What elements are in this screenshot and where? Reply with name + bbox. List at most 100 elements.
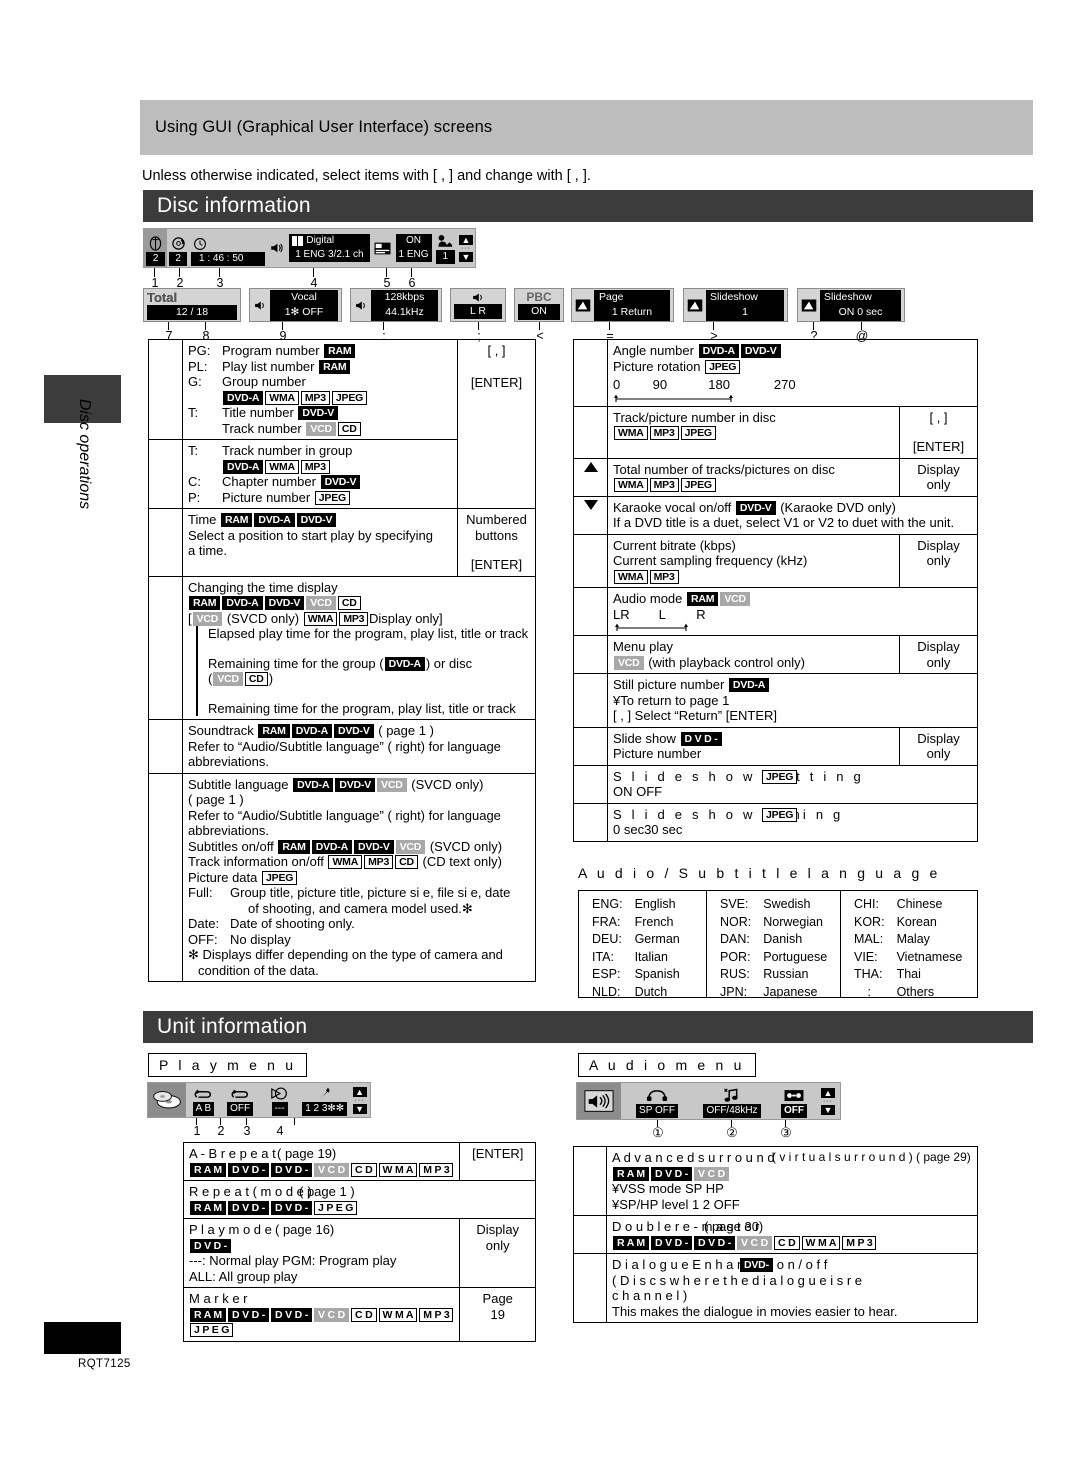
row-content: Slide show D V D - Picture number <box>607 726 900 766</box>
action-page: Page <box>482 1291 513 1306</box>
text-soundtrack-note-1: Refer to “Audio/Subtitle language” ( rig… <box>188 738 501 754</box>
text-return-page: ¥To return to page 1 <box>613 692 730 708</box>
banner-title: Using GUI (Graphical User Interface) scr… <box>155 118 493 136</box>
vocal-box[interactable]: Vocal 1✻ OFF <box>249 288 342 322</box>
chip-dvd-v: DVD- <box>740 1258 773 1272</box>
text-repeat-page: ( page 1 ) <box>299 1184 355 1199</box>
list-item: DAN: Danish <box>714 931 833 949</box>
text-picture-number: Picture number <box>613 746 702 761</box>
lang-code: MAL: <box>854 932 884 946</box>
list-item: MAL: Malay <box>848 931 968 949</box>
slideshow-num-box[interactable]: Slideshow 1 <box>683 288 788 322</box>
table-row: Current bitrate (kbps) Current sampling … <box>573 533 978 588</box>
action-arrows: [ , ] <box>487 343 506 358</box>
row-action: [ , ] [ENTER] <box>899 405 978 459</box>
text-advanced-surround-note: ( v i r t u a l s u r r o u n d ) ( page… <box>772 1150 971 1164</box>
audio-menu-cell-surround[interactable]: SP OFF <box>621 1083 693 1119</box>
lang-code: KOR: <box>854 914 885 929</box>
chip-dvd-v: D V D - <box>271 1162 313 1177</box>
chip-vcd: V C D <box>314 1162 350 1177</box>
play-menu-cell-play-mode[interactable]: --- <box>259 1083 300 1117</box>
slideshow-onoff-box[interactable]: Slideshow ON 0 sec <box>797 288 905 322</box>
strip-cell-audio-format[interactable]: Digital 1 ENG 3/2.1 ch <box>287 229 372 267</box>
lang-code: SVE: <box>720 897 749 911</box>
total-box[interactable]: Total 12 / 18 <box>143 288 241 322</box>
play-menu-cell-repeat[interactable]: OFF <box>221 1083 259 1117</box>
play-menu-cell-marker[interactable]: 1 2 3✻✻ <box>300 1083 349 1117</box>
text-track-group: Track number in group <box>222 443 353 458</box>
text-date: Date of shooting only. <box>230 916 355 931</box>
mode-r: R <box>696 606 706 622</box>
action-enter: [ENTER] <box>912 439 965 454</box>
slideshow-icon <box>575 299 591 312</box>
bitrate-box[interactable]: 128kbps 44.1kHz <box>350 288 442 322</box>
strip-cell-angle[interactable]: 1 <box>434 229 457 267</box>
text-total-tracks: Total number of tracks/pictures on disc <box>613 461 835 477</box>
chip-dvd-a: DVD-A <box>728 678 770 692</box>
audio-menu-cell-dialogue[interactable]: OFF <box>771 1083 817 1119</box>
side-tab-label: Disc operations <box>76 398 93 510</box>
strip-value-angle: 1 <box>435 249 455 264</box>
chip-ram: RAM <box>324 344 356 358</box>
disc-info-table-right: Angle number DVD-A DVD-V Picture rotation… <box>573 339 978 842</box>
total-box-value: 12 / 18 <box>147 304 237 321</box>
speaker-icon <box>354 299 368 312</box>
row-action: Display only <box>899 635 978 674</box>
updown-arrows-icon: ▲ ··· ▼ <box>458 234 473 262</box>
strip-cell-title[interactable]: 2 <box>144 229 168 267</box>
play-menu-cell-ab-repeat[interactable]: A B <box>186 1083 222 1117</box>
table-row: Angle number DVD-A DVD-V Picture rotation… <box>573 339 978 407</box>
strip-value-subtitle: 1 ENG <box>395 248 432 262</box>
text-subtitle-lang: Subtitle language <box>188 776 289 792</box>
text-menu-play: Menu play <box>613 639 673 654</box>
audiomode-box-value: L R <box>454 303 502 320</box>
chip-jpeg: JPEG <box>331 390 368 405</box>
chip-wma: WMA <box>614 569 648 584</box>
text-sampling: Current sampling frequency (kHz) <box>613 553 808 568</box>
audiomode-box[interactable]: L R <box>450 288 506 322</box>
audio-menu-cell-remaster[interactable]: OFF/48kHz <box>693 1083 771 1119</box>
chip-cd: CD <box>337 596 361 610</box>
row-content: Changing the time display RAM DVD-A DVD-V V… <box>182 575 536 720</box>
strip-cell-subtitle-status[interactable]: ON 1 ENG <box>394 229 434 267</box>
strip-cell-time[interactable]: 1 : 46 : 50 <box>189 229 267 267</box>
chip-dvd-a: DVD-A <box>384 656 425 671</box>
chip-cd: C D <box>351 1307 377 1322</box>
disc-icon <box>151 1089 183 1111</box>
pbc-box[interactable]: PBC ON <box>514 288 564 322</box>
chip-dvd-v: DVD-V <box>333 724 374 738</box>
dolby-digital-icon <box>291 236 304 246</box>
lang-name: Vietnamese <box>896 949 963 964</box>
table-row: A - B r e p e a t ( page 19) R A MD V D … <box>182 1142 536 1181</box>
audio-menu-cell-scroll[interactable]: ▲ ··· ▼ <box>817 1083 839 1119</box>
text-playback-control: (with playback control only) <box>648 654 805 670</box>
list-item: CHI: Chinese <box>848 896 968 914</box>
text-time: Time <box>188 512 217 527</box>
row-action: Display only <box>899 726 978 766</box>
page-box[interactable]: Page 1 Return <box>571 288 674 322</box>
text-still-picture: Still picture number <box>613 677 725 692</box>
row-content: D o u b l e r e - m a s t e r ( page 30)… <box>606 1215 978 1254</box>
lang-code: DAN: <box>720 932 750 946</box>
chip-ram: RAM <box>278 839 310 854</box>
vocal-box-line1: Vocal <box>270 289 338 305</box>
chip-vcd: VCD <box>306 596 336 610</box>
strip-cell-chapter[interactable]: 2 <box>167 229 189 267</box>
chip-vcd: V C D <box>737 1235 773 1250</box>
action-only: only <box>926 746 951 761</box>
text-display-only: Display only] <box>368 610 443 626</box>
chip-mp3: M P 3 <box>842 1235 877 1250</box>
chip-dvd-a: DVD-A <box>223 390 264 405</box>
marker-pin-icon <box>317 1085 333 1102</box>
text-audio-mode: Audio mode <box>613 591 683 606</box>
text-angle-number: Angle number <box>613 343 694 358</box>
table-row: Track/picture number in disc WMA MP3 JPEG … <box>573 405 978 459</box>
lang-name: Spanish <box>634 967 680 981</box>
pbc-box-value: ON <box>518 304 560 320</box>
language-table-sep-1 <box>706 890 707 998</box>
strip-cell-scroll[interactable]: ▲ ··· ▼ <box>457 229 475 267</box>
row-action: Display only <box>459 1218 536 1288</box>
row-action: [ENTER] <box>459 1142 536 1181</box>
play-menu-callouts: 1 2 3 4 <box>147 1118 387 1138</box>
play-menu-cell-scroll[interactable]: ▲ ··· ▼ <box>349 1083 370 1117</box>
